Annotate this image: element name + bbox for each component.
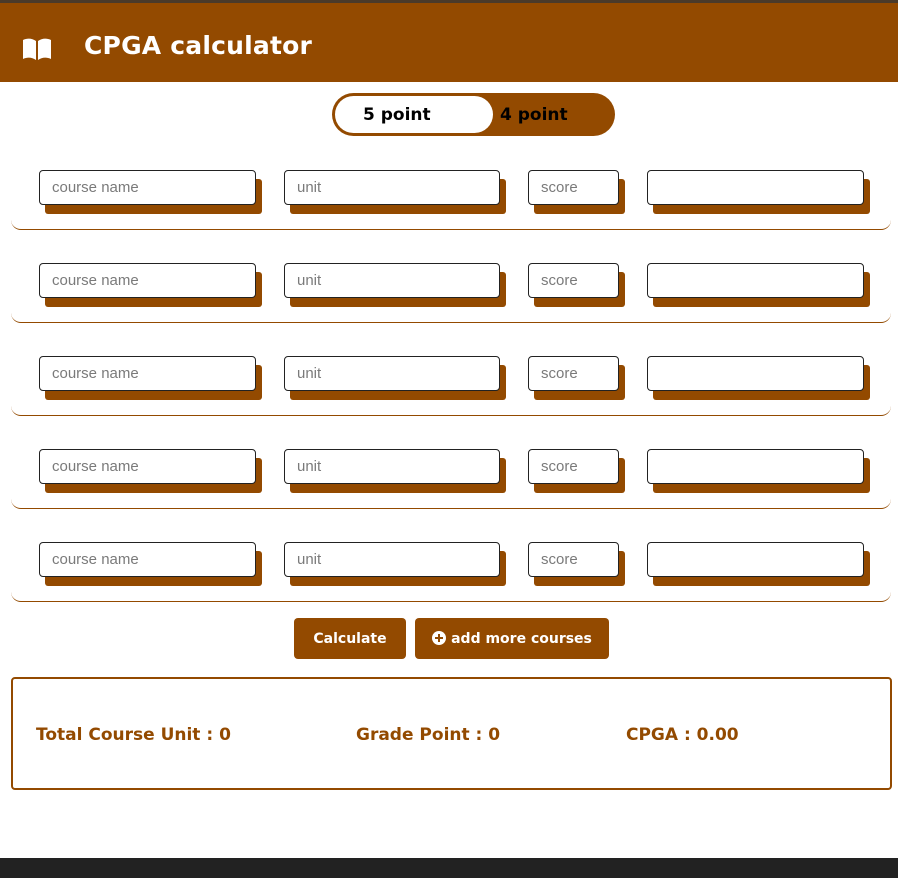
unit-input[interactable] <box>284 542 500 577</box>
scale-option-5-point[interactable]: 5 point <box>335 96 493 133</box>
unit-input[interactable] <box>284 170 500 205</box>
score-input[interactable] <box>528 356 619 391</box>
grade-input[interactable] <box>647 542 864 577</box>
course-name-field <box>39 356 262 400</box>
cpga-text: CPGA : 0.00 <box>626 725 739 745</box>
course-name-field <box>39 263 262 307</box>
score-input[interactable] <box>528 170 619 205</box>
app-title: CPGA calculator <box>84 31 313 60</box>
course-row <box>11 263 891 323</box>
unit-field <box>284 170 506 214</box>
total-course-unit-text: Total Course Unit : 0 <box>36 725 231 745</box>
unit-field <box>284 356 506 400</box>
course-row <box>11 170 891 230</box>
course-name-input[interactable] <box>39 170 256 205</box>
grade-input[interactable] <box>647 263 864 298</box>
score-input[interactable] <box>528 449 619 484</box>
score-field <box>528 170 625 214</box>
course-name-input[interactable] <box>39 356 256 391</box>
course-row <box>11 356 891 416</box>
calculate-button[interactable]: Calculate <box>294 618 406 659</box>
calculate-button-label: Calculate <box>313 630 387 647</box>
add-more-courses-button[interactable]: add more courses <box>415 618 609 659</box>
plus-circle-icon <box>432 630 447 645</box>
score-input[interactable] <box>528 542 619 577</box>
course-name-input[interactable] <box>39 263 256 298</box>
score-field <box>528 356 625 400</box>
grade-field <box>647 356 870 400</box>
grade-field <box>647 263 870 307</box>
unit-field <box>284 449 506 493</box>
open-book-icon <box>23 38 51 60</box>
score-field <box>528 449 625 493</box>
grade-field <box>647 542 870 586</box>
results-panel: Total Course Unit : 0 Grade Point : 0 CP… <box>11 677 892 790</box>
app-header: CPGA calculator <box>0 3 898 82</box>
course-name-field <box>39 542 262 586</box>
grade-field <box>647 449 870 493</box>
grading-scale-toggle[interactable]: 5 point 4 point <box>332 93 615 136</box>
course-row <box>11 542 891 602</box>
course-name-input[interactable] <box>39 542 256 577</box>
unit-input[interactable] <box>284 449 500 484</box>
grade-field <box>647 170 870 214</box>
add-more-courses-label: add more courses <box>451 630 592 647</box>
grade-input[interactable] <box>647 356 864 391</box>
grade-point-text: Grade Point : 0 <box>356 725 501 745</box>
scale-option-4-point[interactable]: 4 point <box>500 96 568 133</box>
course-name-field <box>39 170 262 214</box>
grade-input[interactable] <box>647 170 864 205</box>
course-name-field <box>39 449 262 493</box>
course-row <box>11 449 891 509</box>
score-input[interactable] <box>528 263 619 298</box>
score-field <box>528 542 625 586</box>
unit-field <box>284 542 506 586</box>
grade-input[interactable] <box>647 449 864 484</box>
score-field <box>528 263 625 307</box>
unit-input[interactable] <box>284 356 500 391</box>
page-footer <box>0 858 898 878</box>
unit-input[interactable] <box>284 263 500 298</box>
unit-field <box>284 263 506 307</box>
course-name-input[interactable] <box>39 449 256 484</box>
